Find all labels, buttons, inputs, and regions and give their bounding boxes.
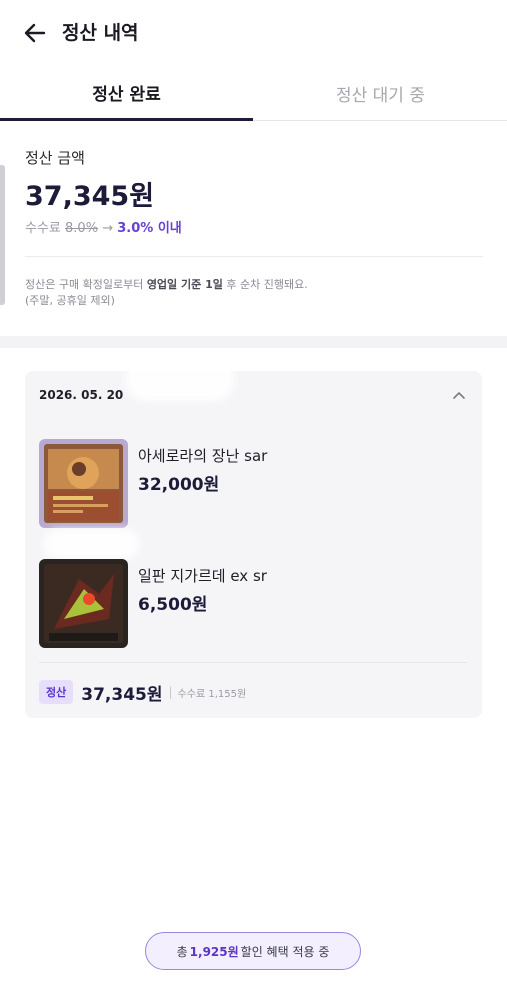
card-thumbnail — [39, 559, 128, 648]
redaction-blur — [125, 357, 235, 401]
notice-line2: (주말, 공휴일 제외) — [25, 294, 115, 307]
tab-settled[interactable]: 정산 완료 — [0, 66, 253, 121]
item-name: 일판 지가르데 ex sr — [138, 567, 267, 585]
discount-banner[interactable]: 총 1,925원 할인 혜택 적용 중 — [145, 932, 361, 970]
settlement-summary: 정산 금액 37,345원 수수료 8.0% → 3.0% 이내 정산은 구매 … — [0, 121, 507, 335]
list-item[interactable]: 일판 지가르데 ex sr 6,500원 — [39, 529, 469, 651]
redaction-blur — [44, 529, 139, 559]
footer-fee: 수수료 1,155원 — [177, 688, 247, 700]
list-item[interactable]: 아세로라의 장난 sar 32,000원 — [39, 439, 469, 531]
discount-suffix: 할인 혜택 적용 중 — [240, 944, 330, 959]
settlement-badge: 정산 — [39, 680, 74, 704]
fee-old: 8.0% — [65, 221, 99, 236]
fee-arrow: → — [102, 221, 114, 236]
card-date: 2026. 05. 20 — [39, 388, 124, 402]
settlement-notice: 정산은 구매 확정일로부터 영업일 기준 1일 후 순차 진행돼요. (주말, … — [25, 277, 485, 309]
chevron-up-icon[interactable] — [450, 387, 468, 405]
card-divider — [39, 662, 467, 663]
tab-bar: 정산 완료 정산 대기 중 — [0, 66, 507, 121]
fee-prefix: 수수료 — [25, 221, 61, 236]
header: 정산 내역 — [0, 0, 507, 66]
discount-prefix: 총 — [176, 944, 188, 959]
summary-divider — [25, 256, 483, 257]
section-separator — [0, 336, 507, 348]
item-price: 32,000원 — [138, 475, 220, 495]
item-price: 6,500원 — [138, 595, 208, 615]
footer-separator: | — [168, 685, 173, 699]
summary-label: 정산 금액 — [25, 149, 85, 167]
fee-line: 수수료 8.0% → 3.0% 이내 — [25, 217, 182, 236]
settlement-card: 2026. 05. 20 아세로라의 장난 sar 32,000원 일판 지가르… — [25, 357, 482, 718]
back-button[interactable] — [22, 20, 48, 46]
back-arrow-icon — [24, 23, 46, 43]
footer-amount: 37,345원 — [81, 684, 163, 705]
summary-amount: 37,345원 — [25, 181, 155, 212]
card-thumbnail — [39, 439, 128, 528]
notice-part1: 정산은 구매 확정일로부터 — [25, 278, 147, 291]
notice-bold: 영업일 기준 1일 — [146, 278, 223, 291]
page-title: 정산 내역 — [62, 22, 139, 44]
discount-amount: 1,925원 — [189, 944, 239, 959]
fee-new: 3.0% 이내 — [117, 221, 182, 236]
item-name: 아세로라의 장난 sar — [138, 447, 268, 465]
tab-pending[interactable]: 정산 대기 중 — [254, 66, 507, 120]
notice-part2: 후 순차 진행돼요. — [222, 278, 308, 291]
card-footer: 정산 37,345원 | 수수료 1,155원 — [39, 679, 246, 705]
